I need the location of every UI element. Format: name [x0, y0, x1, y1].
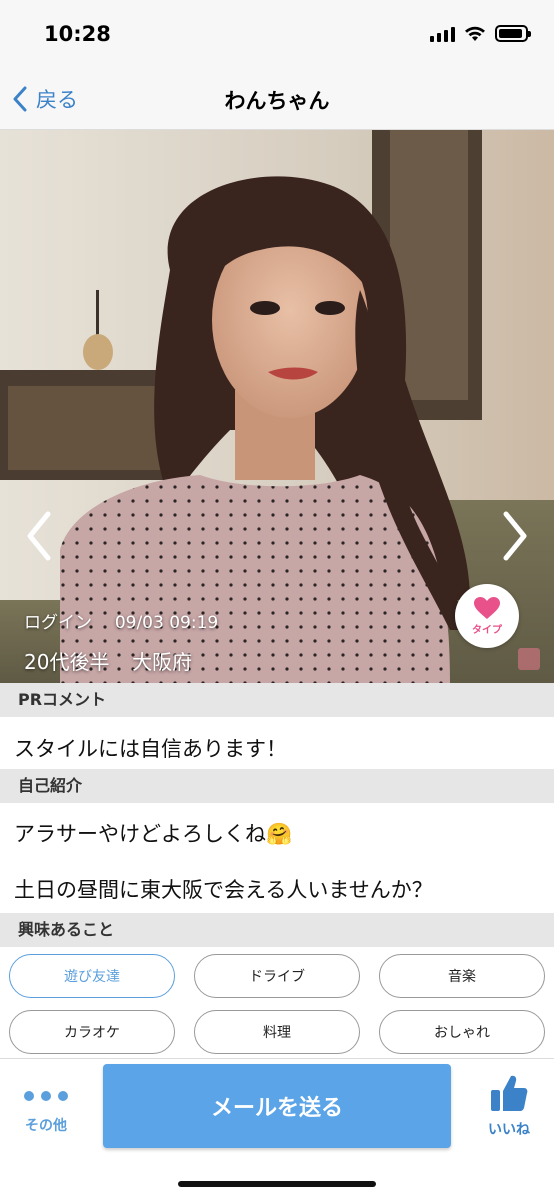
next-photo-button[interactable]	[494, 508, 534, 564]
send-mail-button[interactable]: メールを送る	[103, 1064, 451, 1148]
login-label: ログイン	[24, 613, 92, 633]
status-bar: 10:28	[0, 0, 554, 70]
status-icons	[430, 25, 531, 42]
previous-photo-button[interactable]	[20, 508, 60, 564]
heart-icon	[474, 596, 500, 619]
like-label: いいね	[488, 1122, 530, 1138]
self-intro-line-2: 土日の昼間に東大阪で会える人いませんか？	[14, 878, 433, 902]
navigation-bar: 戻る わんちゃん	[0, 70, 554, 130]
wifi-icon	[465, 26, 485, 41]
more-label: その他	[25, 1118, 67, 1134]
status-time: 10:28	[44, 22, 111, 46]
bottom-action-bar: その他 メールを送る いいね	[0, 1058, 554, 1199]
self-intro-header: 自己紹介	[0, 769, 554, 803]
type-button[interactable]: タイプ	[455, 584, 519, 648]
interest-tag[interactable]: 料理	[194, 1010, 360, 1054]
thumbs-up-icon	[491, 1075, 528, 1111]
interest-tag[interactable]: おしゃれ	[379, 1010, 545, 1054]
login-datetime: 09/03 09:19	[114, 613, 219, 633]
profile-summary: 20代後半 大阪府	[24, 646, 192, 675]
profile-age: 20代後半	[24, 650, 110, 674]
battery-level	[499, 29, 522, 38]
interest-tag[interactable]: ドライブ	[194, 954, 360, 998]
like-button[interactable]: いいね	[476, 1073, 542, 1143]
home-indicator	[178, 1181, 376, 1187]
type-label: タイプ	[472, 624, 502, 636]
more-button[interactable]: その他	[14, 1083, 78, 1147]
self-intro-line-1: アラサーやけどよろしくね🤗	[14, 822, 293, 846]
interest-tag[interactable]: 音楽	[379, 954, 545, 998]
watermark-logo	[518, 648, 540, 670]
interest-tag[interactable]: カラオケ	[9, 1010, 175, 1054]
last-login: ログイン 09/03 09:19	[24, 608, 218, 633]
profile-photo[interactable]: ログイン 09/03 09:19 20代後半 大阪府 タイプ	[0, 130, 554, 683]
more-dots-icon	[24, 1091, 68, 1101]
interest-tag[interactable]: 遊び友達	[9, 954, 175, 998]
cellular-signal-icon	[430, 26, 455, 42]
pr-comment-text: スタイルには自信あります！	[14, 737, 287, 761]
profile-location: 大阪府	[132, 650, 193, 674]
interests-header: 興味あること	[0, 913, 554, 947]
pr-comment-header: PRコメント	[0, 683, 554, 717]
page-title: わんちゃん	[224, 89, 330, 113]
battery-icon	[495, 25, 531, 42]
